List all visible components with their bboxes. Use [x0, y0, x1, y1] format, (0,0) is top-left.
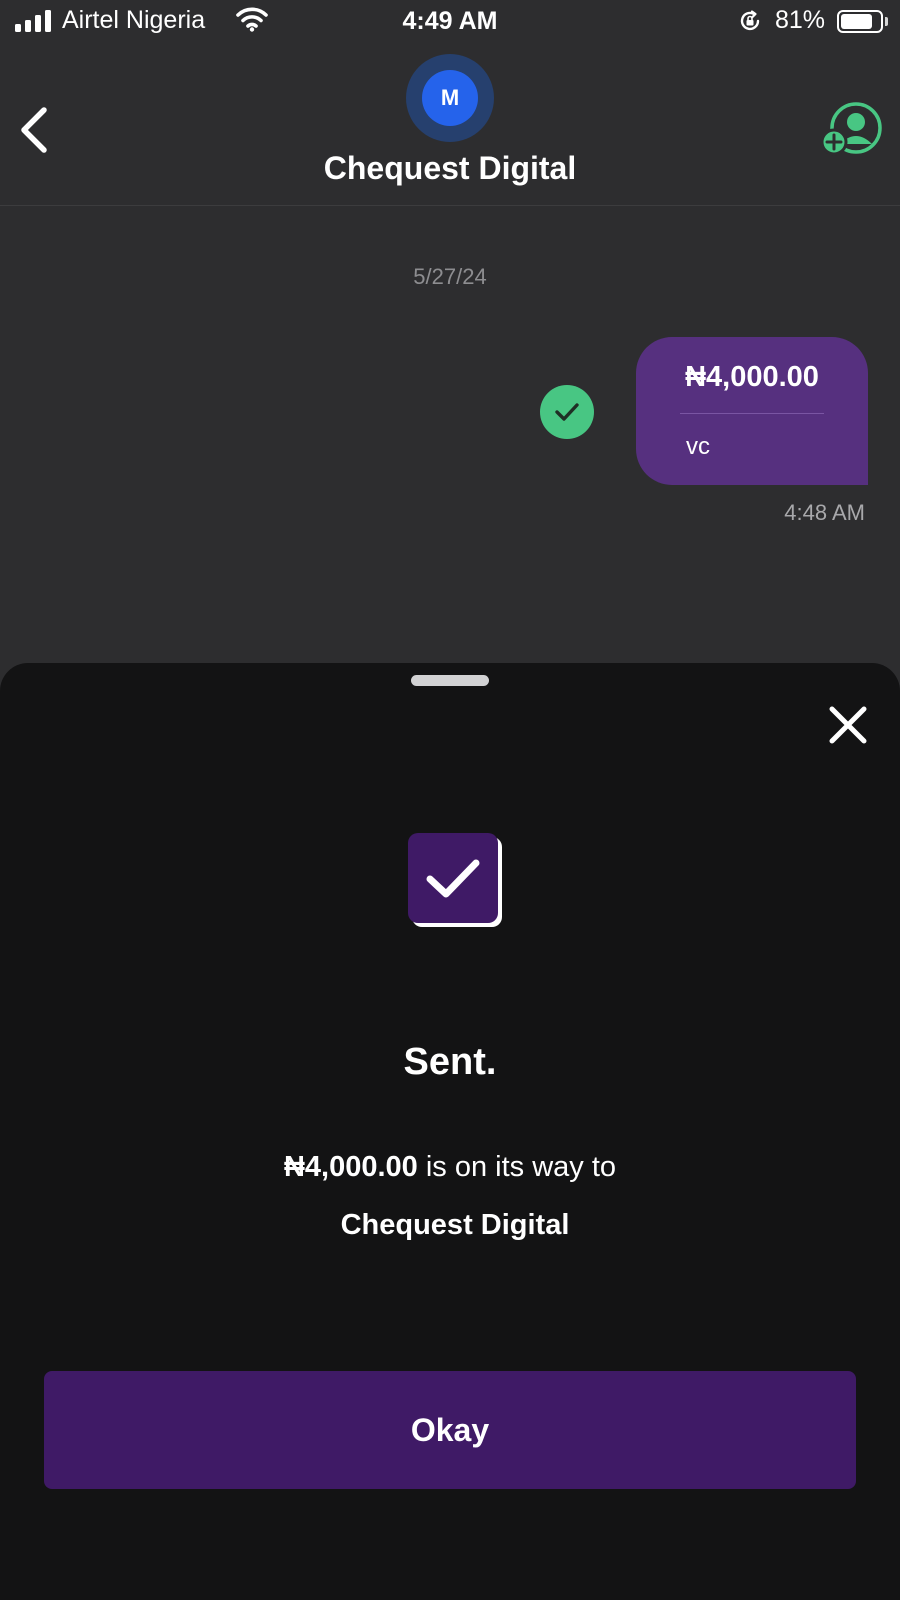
contact-name: Chequest Digital	[323, 150, 577, 186]
success-title: Sent.	[403, 1041, 497, 1083]
rotation-lock-icon	[740, 10, 760, 31]
battery-icon	[837, 10, 883, 33]
chat-header: M Chequest Digital	[0, 46, 900, 206]
success-message: ₦4,000.00 is on its way to	[0, 1151, 900, 1184]
success-message-text: is on its way to	[417, 1151, 617, 1183]
sheet-drag-handle[interactable]	[411, 675, 489, 686]
avatar-initial: M	[422, 70, 478, 126]
battery-level	[841, 14, 872, 29]
message-amount: ₦4,000.00	[685, 361, 819, 393]
avatar[interactable]: M	[406, 54, 494, 142]
battery-percent: 81%	[775, 6, 826, 34]
payment-message-bubble[interactable]: ₦4,000.00 vc	[636, 337, 868, 485]
success-sheet: Sent. ₦4,000.00 is on its way to Cheques…	[0, 663, 900, 1600]
check-circle-icon	[540, 385, 594, 439]
date-separator: 5/27/24	[413, 264, 487, 289]
battery-cap	[885, 17, 888, 26]
success-recipient: Chequest Digital	[340, 1209, 570, 1241]
status-time: 4:49 AM	[402, 7, 498, 35]
checkbox-check-icon	[408, 833, 502, 927]
add-user-icon[interactable]	[820, 102, 884, 158]
status-bar: Airtel Nigeria 4:49 AM 81%	[0, 0, 900, 46]
bubble-divider	[680, 413, 824, 414]
message-note: vc	[686, 433, 710, 460]
success-amount: ₦4,000.00	[283, 1151, 418, 1183]
okay-button[interactable]: Okay	[44, 1371, 856, 1489]
close-icon[interactable]	[824, 701, 872, 749]
message-time: 4:48 AM	[784, 500, 865, 525]
